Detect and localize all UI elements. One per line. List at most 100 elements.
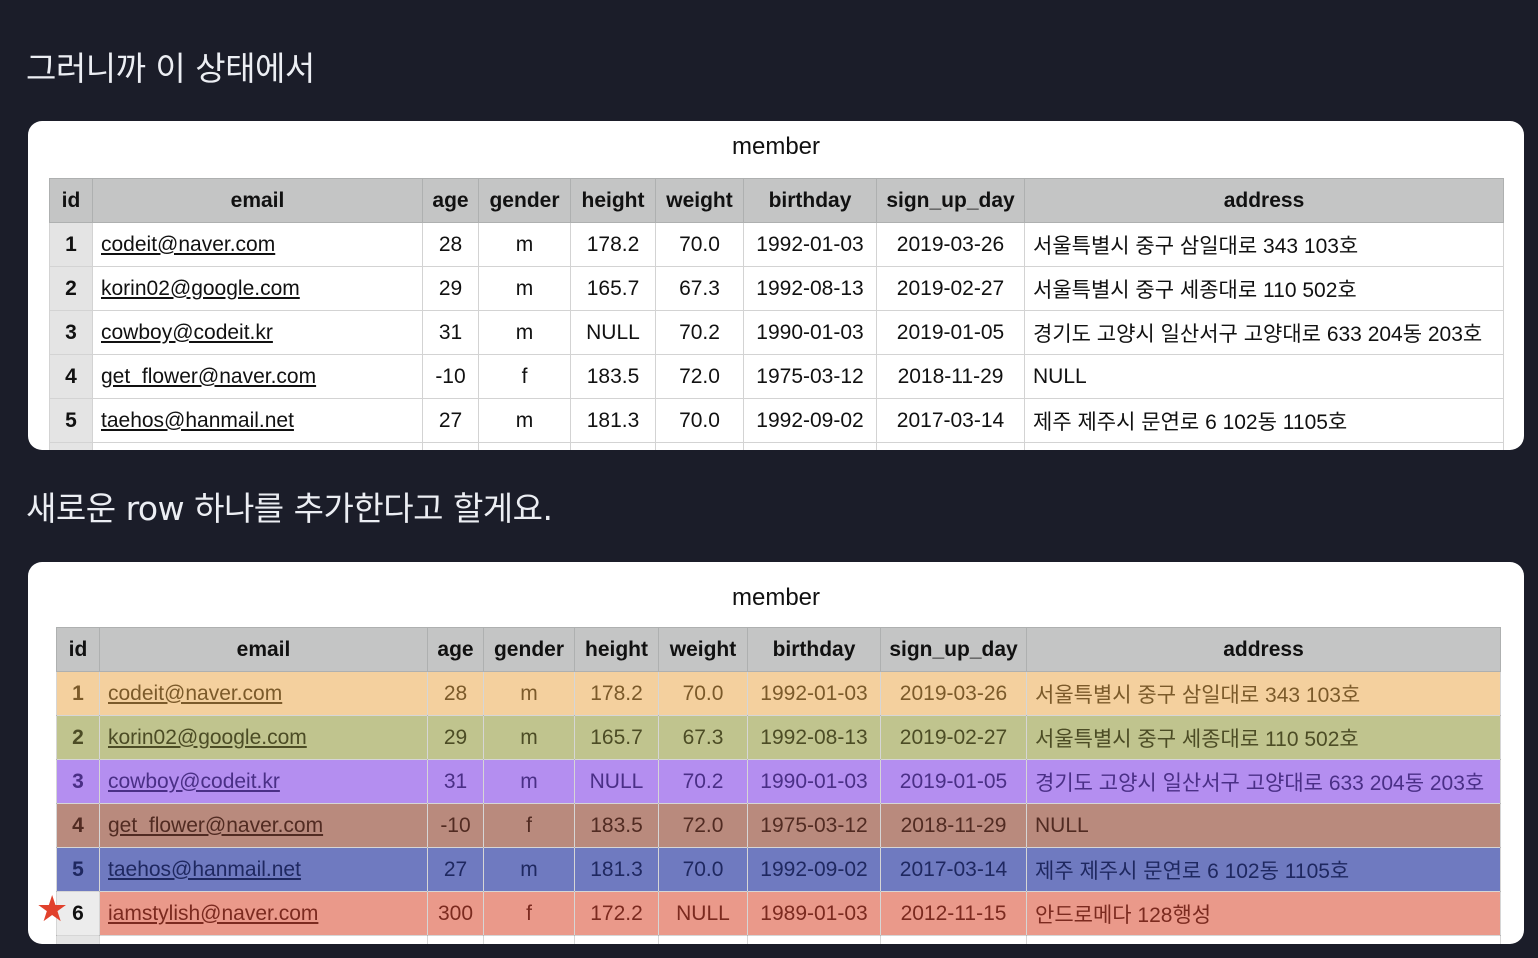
email-link[interactable]: codeit@naver.com bbox=[99, 671, 428, 716]
column-header-email: email bbox=[92, 178, 423, 223]
cell-height: 172.2 bbox=[574, 891, 659, 936]
email-link[interactable]: taehos@hanmail.net bbox=[99, 847, 428, 892]
table-row: 3 cowboy@codeit.kr 31 m NULL 70.2 1990-01-03 20… bbox=[49, 310, 1504, 355]
member-table-card-after: member id email age gender height weight birth… bbox=[28, 562, 1524, 944]
cell-gender: m bbox=[478, 222, 571, 267]
cell-gender: f bbox=[483, 891, 575, 936]
cell-gender: m bbox=[478, 266, 571, 311]
column-header-gender: gender bbox=[478, 178, 571, 223]
email-link[interactable]: taehos@hanmail.net bbox=[92, 398, 423, 443]
cell-birthday: 1990-01-03 bbox=[747, 759, 881, 804]
table-row: 5 taehos@hanmail.net 27 m 181.3 70.0 1992-09-0… bbox=[56, 847, 1501, 892]
cell-age: 28 bbox=[427, 671, 484, 716]
cell-address: 서울특별시 중구 삼일대로 343 103호 bbox=[1024, 222, 1504, 267]
cell-id: 4 bbox=[49, 354, 93, 399]
column-header-sign-up-day: sign_up_day bbox=[880, 627, 1027, 672]
cell-gender: m bbox=[478, 398, 571, 443]
table-row: 1 codeit@naver.com 28 m 178.2 70.0 1992-01-03 2… bbox=[56, 671, 1501, 716]
add-row-heading: 새로운 row 하나를 추가한다고 할게요. bbox=[26, 489, 553, 528]
cell-weight: 70.2 bbox=[658, 759, 748, 804]
email-link[interactable]: codeit@naver.com bbox=[92, 222, 423, 267]
column-header-id: id bbox=[49, 178, 93, 223]
cell-birthday: 1992-08-13 bbox=[743, 266, 877, 311]
cell-weight: 72.0 bbox=[658, 803, 748, 848]
cell-birthday: 1992-08-13 bbox=[747, 715, 881, 760]
email-link[interactable]: get_flower@naver.com bbox=[92, 354, 423, 399]
cell-sign-up-day: 2017-03-14 bbox=[880, 847, 1027, 892]
cell-age: 28 bbox=[422, 222, 479, 267]
column-header-address: address bbox=[1026, 627, 1501, 672]
cell-sign-up-day: 2019-03-26 bbox=[876, 222, 1025, 267]
table-row: 2 korin02@google.com 29 m 165.7 67.3 1992-08-1… bbox=[49, 266, 1504, 311]
cell-weight: 72.0 bbox=[655, 354, 744, 399]
cell-gender: m bbox=[483, 759, 575, 804]
cell-sign-up-day: 2018-11-29 bbox=[876, 354, 1025, 399]
cell-age: 27 bbox=[422, 398, 479, 443]
cell-weight: 70.0 bbox=[655, 222, 744, 267]
table-row-cut-off bbox=[49, 442, 1504, 450]
cell-age: 29 bbox=[422, 266, 479, 311]
cell-id: 5 bbox=[56, 847, 100, 892]
column-header-age: age bbox=[422, 178, 479, 223]
column-header-birthday: birthday bbox=[747, 627, 881, 672]
cell-weight: 70.2 bbox=[655, 310, 744, 355]
cell-sign-up-day: 2017-03-14 bbox=[876, 398, 1025, 443]
table-title: member bbox=[731, 584, 821, 611]
cell-id: 1 bbox=[49, 222, 93, 267]
cell-birthday: 1975-03-12 bbox=[743, 354, 877, 399]
cell-address: 제주 제주시 문연로 6 102동 1105호 bbox=[1026, 847, 1501, 892]
email-link[interactable]: get_flower@naver.com bbox=[99, 803, 428, 848]
table-row-cut-off bbox=[56, 935, 1501, 944]
cell-gender: f bbox=[478, 354, 571, 399]
cell-address: NULL bbox=[1024, 354, 1504, 399]
cell-address: 서울특별시 중구 세종대로 110 502호 bbox=[1024, 266, 1504, 311]
cell-age: 27 bbox=[427, 847, 484, 892]
cell-gender: m bbox=[483, 847, 575, 892]
cell-address: 서울특별시 중구 삼일대로 343 103호 bbox=[1026, 671, 1501, 716]
table-title: member bbox=[731, 133, 821, 160]
table-row: 5 taehos@hanmail.net 27 m 181.3 70.0 1992-09-0… bbox=[49, 398, 1504, 443]
cell-height: 181.3 bbox=[570, 398, 656, 443]
cell-id: 2 bbox=[49, 266, 93, 311]
cell-height: 183.5 bbox=[574, 803, 659, 848]
cell-height: 183.5 bbox=[570, 354, 656, 399]
cell-sign-up-day: 2012-11-15 bbox=[880, 891, 1027, 936]
cell-sign-up-day: 2018-11-29 bbox=[880, 803, 1027, 848]
cell-weight: 67.3 bbox=[655, 266, 744, 311]
member-table: id email age gender height weight birthday sign… bbox=[49, 178, 1504, 450]
member-table-highlighted: id email age gender height weight birthday sign… bbox=[56, 627, 1501, 944]
cell-sign-up-day: 2019-02-27 bbox=[876, 266, 1025, 311]
column-header-id: id bbox=[56, 627, 100, 672]
star-icon: ★ bbox=[36, 889, 69, 930]
cell-age: -10 bbox=[427, 803, 484, 848]
column-header-gender: gender bbox=[483, 627, 575, 672]
cell-weight: NULL bbox=[658, 891, 748, 936]
column-header-age: age bbox=[427, 627, 484, 672]
email-link[interactable]: cowboy@codeit.kr bbox=[99, 759, 428, 804]
cell-address: 서울특별시 중구 세종대로 110 502호 bbox=[1026, 715, 1501, 760]
table-row: 1 codeit@naver.com 28 m 178.2 70.0 1992-01-03 2… bbox=[49, 222, 1504, 267]
cell-age: 29 bbox=[427, 715, 484, 760]
cell-birthday: 1992-01-03 bbox=[747, 671, 881, 716]
email-link[interactable]: korin02@google.com bbox=[92, 266, 423, 311]
column-header-weight: weight bbox=[658, 627, 748, 672]
cell-address: 경기도 고양시 일산서구 고양대로 633 204동 203호 bbox=[1026, 759, 1501, 804]
cell-height: NULL bbox=[570, 310, 656, 355]
cell-birthday: 1975-03-12 bbox=[747, 803, 881, 848]
column-header-email: email bbox=[99, 627, 428, 672]
cell-birthday: 1992-09-02 bbox=[743, 398, 877, 443]
cell-id: 3 bbox=[56, 759, 100, 804]
email-link[interactable]: iamstylish@naver.com bbox=[99, 891, 428, 936]
cell-height: 165.7 bbox=[570, 266, 656, 311]
cell-sign-up-day: 2019-02-27 bbox=[880, 715, 1027, 760]
cell-birthday: 1992-01-03 bbox=[743, 222, 877, 267]
cell-age: 31 bbox=[422, 310, 479, 355]
cell-address: 경기도 고양시 일산서구 고양대로 633 204동 203호 bbox=[1024, 310, 1504, 355]
cell-age: -10 bbox=[422, 354, 479, 399]
email-link[interactable]: korin02@google.com bbox=[99, 715, 428, 760]
cell-height: NULL bbox=[574, 759, 659, 804]
cell-sign-up-day: 2019-03-26 bbox=[880, 671, 1027, 716]
email-link[interactable]: cowboy@codeit.kr bbox=[92, 310, 423, 355]
cell-id: 4 bbox=[56, 803, 100, 848]
cell-gender: m bbox=[478, 310, 571, 355]
